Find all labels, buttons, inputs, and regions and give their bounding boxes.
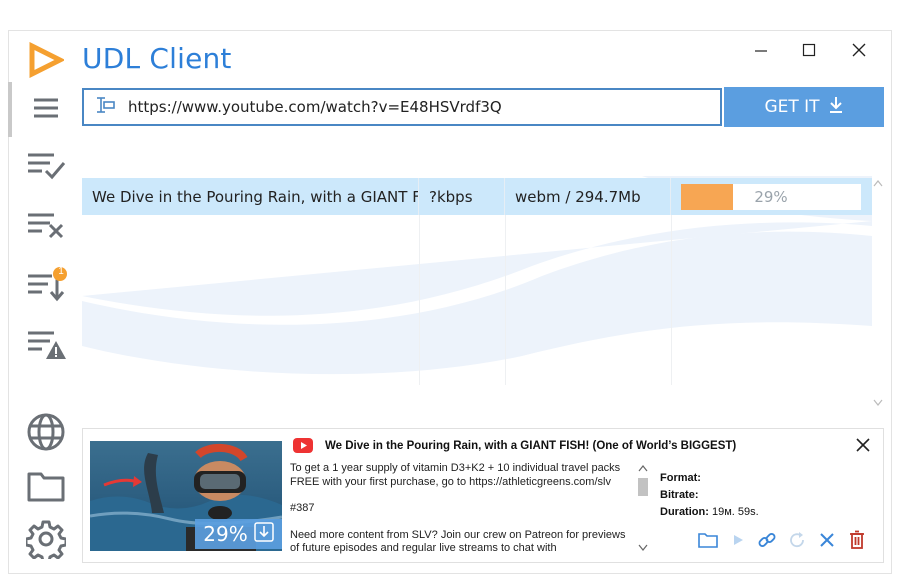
bitrate-label: Bitrate: (660, 489, 699, 501)
duration-value: 19м. 59s. (711, 506, 759, 518)
failed-list-icon[interactable] (22, 206, 70, 246)
thumbnail-progress-label: 29% (203, 522, 248, 546)
bitrate-info: Bitrate: (660, 489, 699, 501)
play-icon[interactable] (727, 529, 749, 551)
download-box-icon[interactable] (253, 521, 274, 547)
column-divider (671, 215, 672, 385)
close-button[interactable] (836, 32, 882, 68)
link-icon[interactable] (756, 529, 778, 551)
download-format: webm / 294.7Mb (505, 178, 671, 215)
thumbnail-progress-badge: 29% (195, 519, 282, 549)
description-paragraph: Need more content from SLV? Join our cre… (290, 528, 626, 555)
list-scroll-up-icon[interactable] (873, 178, 883, 190)
app-logo-icon (28, 41, 66, 79)
progress-label: 29% (754, 187, 788, 206)
folder-icon[interactable] (22, 466, 70, 506)
globe-icon[interactable] (22, 412, 70, 452)
youtube-icon (293, 438, 313, 458)
url-value: https://www.youtube.com/watch?v=E48HSVrd… (128, 98, 502, 116)
get-it-button[interactable]: GET IT (724, 87, 884, 127)
open-folder-icon[interactable] (697, 529, 719, 551)
settings-gear-icon[interactable] (22, 519, 70, 559)
delete-trash-icon[interactable] (846, 529, 868, 551)
duration-info: Duration: 19м. 59s. (660, 506, 759, 518)
url-input[interactable]: https://www.youtube.com/watch?v=E48HSVrd… (82, 88, 722, 126)
column-divider (419, 215, 420, 385)
minimize-button[interactable] (738, 32, 784, 68)
format-label: Format: (660, 472, 701, 484)
cancel-icon[interactable] (816, 529, 838, 551)
app-title: UDL Client (82, 42, 232, 75)
text-cursor-icon (94, 96, 116, 119)
menu-icon[interactable] (22, 88, 70, 128)
detail-description: To get a 1 year supply of vitamin D3+K2 … (290, 462, 635, 554)
download-bitrate: ?kbps (419, 178, 505, 215)
download-progress-bar: 29% (681, 183, 861, 210)
maximize-button[interactable] (786, 32, 832, 68)
duration-label: Duration: (660, 506, 709, 518)
download-row[interactable]: We Dive in the Pouring Rain, with a GIAN… (82, 178, 872, 215)
downloading-badge: 1 (58, 266, 64, 277)
download-arrow-icon (828, 96, 844, 119)
download-title: We Dive in the Pouring Rain, with a GIAN… (82, 178, 419, 215)
description-paragraph: #387 (290, 502, 315, 514)
detail-title: We Dive in the Pouring Rain, with a GIAN… (325, 440, 737, 452)
description-scrollbar[interactable] (636, 462, 650, 554)
completed-list-icon[interactable] (22, 146, 70, 186)
list-scroll-down-icon[interactable] (873, 398, 883, 410)
refresh-icon[interactable] (786, 529, 808, 551)
format-info: Format: (660, 472, 701, 484)
description-paragraph: To get a 1 year supply of vitamin D3+K2 … (290, 462, 621, 488)
get-it-label: GET IT (764, 97, 820, 117)
column-divider (505, 215, 506, 385)
warning-list-icon[interactable] (22, 324, 70, 364)
detail-close-button[interactable] (856, 436, 870, 457)
sidebar-selection-indicator (8, 82, 12, 137)
